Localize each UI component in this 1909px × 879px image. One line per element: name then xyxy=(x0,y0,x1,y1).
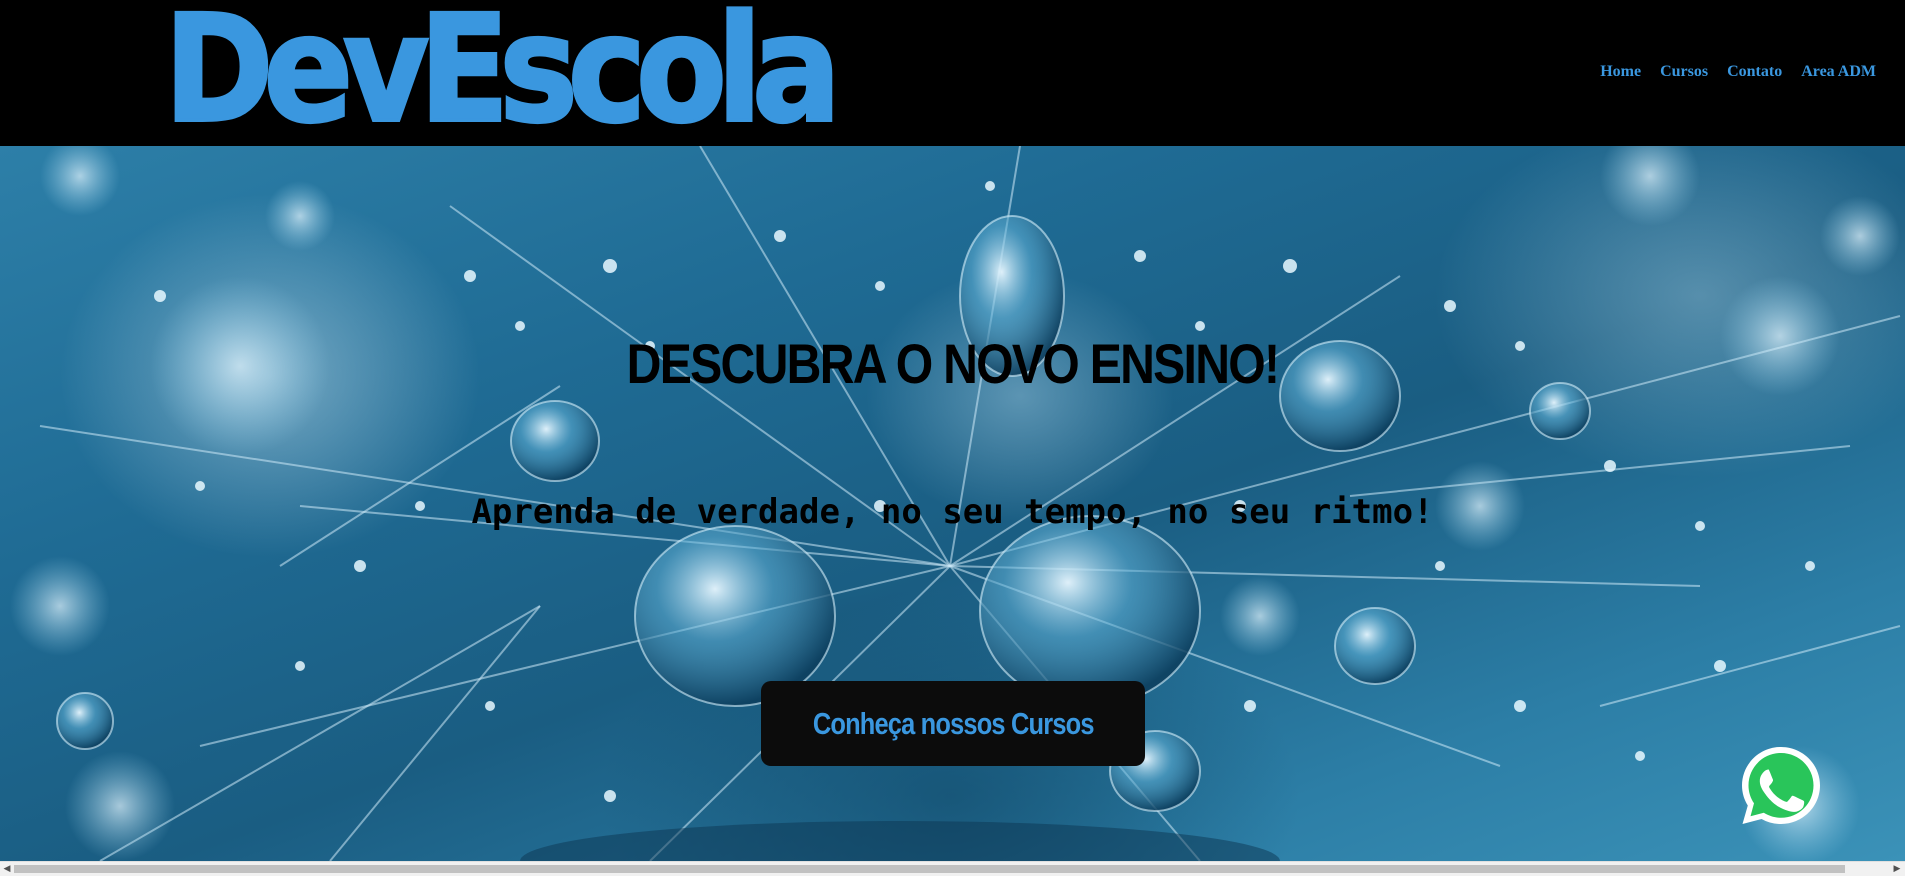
hero-subtitle: Aprenda de verdade, no seu tempo, no seu… xyxy=(471,492,1434,532)
horizontal-scrollbar[interactable]: ◀ ▶ xyxy=(0,861,1905,876)
page-right-edge xyxy=(1905,0,1909,879)
scroll-left-icon[interactable]: ◀ xyxy=(2,864,12,874)
whatsapp-icon[interactable] xyxy=(1739,744,1823,828)
main-nav: Home Cursos Contato Area ADM xyxy=(1600,63,1876,81)
nav-link-contato[interactable]: Contato xyxy=(1727,63,1782,81)
scrollbar-thumb[interactable] xyxy=(14,865,1845,873)
hero-section: DESCUBRA O NOVO ENSINO! Aprenda de verda… xyxy=(0,146,1905,861)
nav-link-home[interactable]: Home xyxy=(1600,63,1641,81)
scroll-right-icon[interactable]: ▶ xyxy=(1892,864,1902,874)
site-header: DevEscola Home Cursos Contato Area ADM xyxy=(0,0,1905,146)
site-logo[interactable]: DevEscola xyxy=(162,0,842,146)
nav-link-area-adm[interactable]: Area ADM xyxy=(1801,63,1876,81)
page: DevEscola Home Cursos Contato Area ADM D… xyxy=(0,0,1909,879)
nav-link-cursos[interactable]: Cursos xyxy=(1660,63,1708,81)
cta-courses-label: Conheça nossos Cursos xyxy=(812,705,1095,741)
cta-courses-button[interactable]: Conheça nossos Cursos xyxy=(761,681,1145,766)
hero-title: DESCUBRA O NOVO ENSINO! xyxy=(626,331,1280,395)
